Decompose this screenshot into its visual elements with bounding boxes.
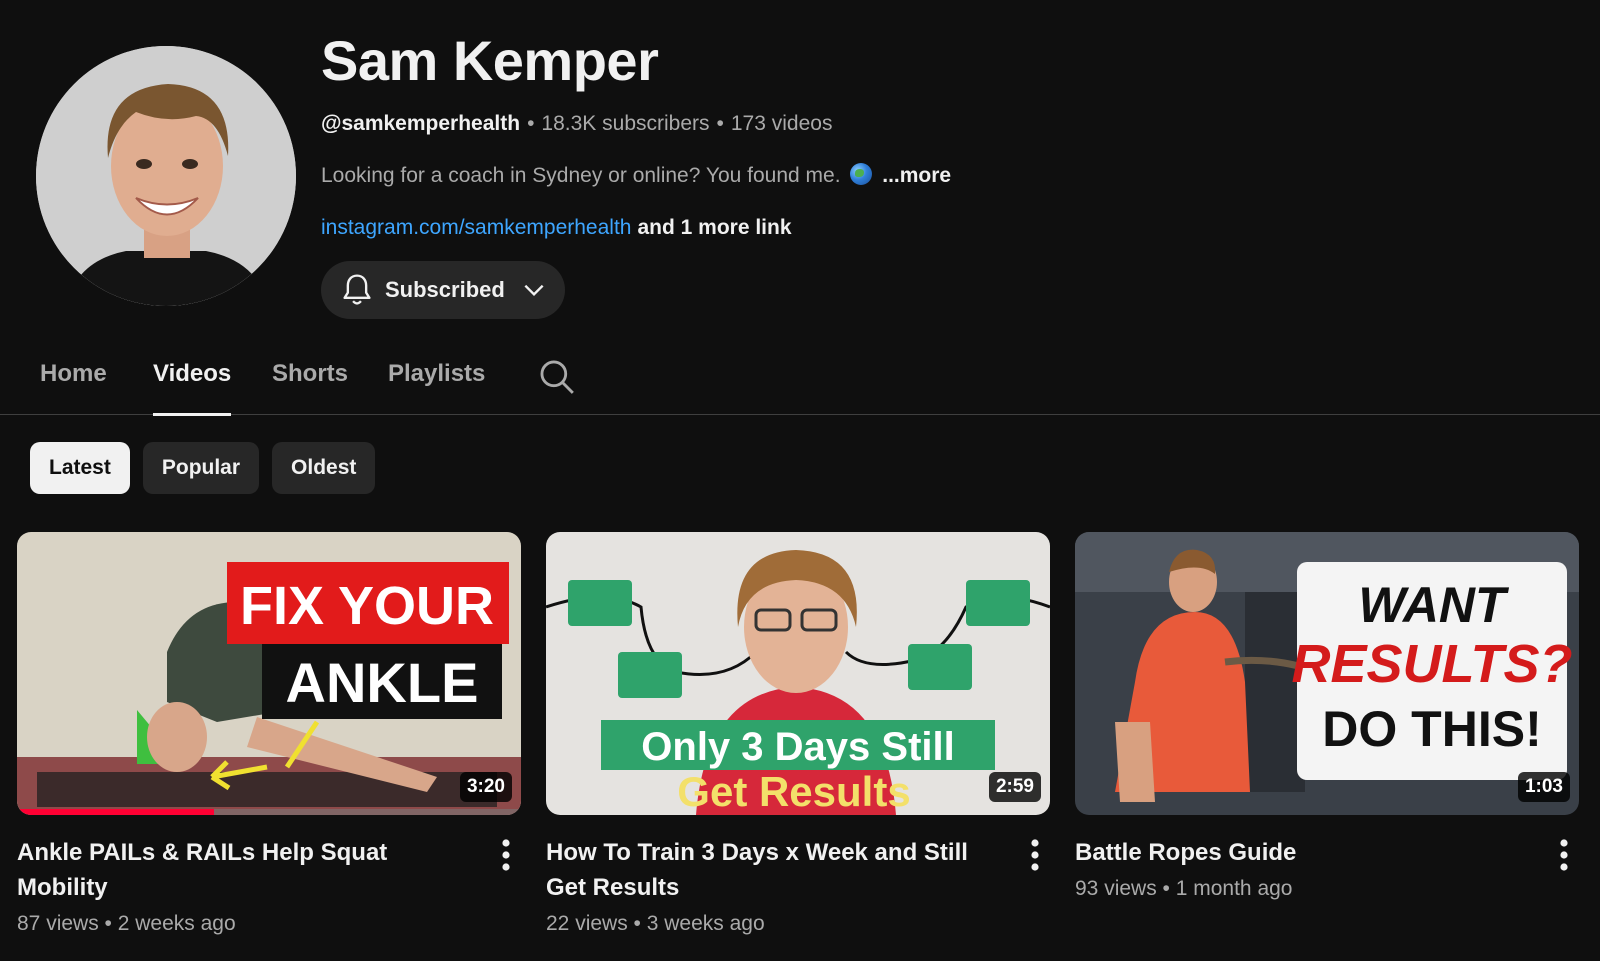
thumbnail-image: FIX YOUR ANKLE: [17, 532, 521, 815]
thumb-text: FIX YOUR: [240, 576, 494, 636]
video-title[interactable]: Ankle PAILs & RAILs Help Squat Mobility: [17, 835, 471, 905]
chip-popular[interactable]: Popular: [142, 442, 260, 494]
tab-shorts[interactable]: Shorts: [272, 360, 348, 415]
thumb-text: RESULTS?: [1292, 634, 1573, 694]
thumb-text: DO THIS!: [1322, 701, 1541, 757]
video-thumbnail[interactable]: WANT RESULTS? DO THIS! 1:03: [1075, 532, 1579, 815]
separator-dot: •: [527, 112, 535, 135]
duration-badge: 3:20: [459, 772, 512, 802]
avatar-portrait: [36, 46, 296, 306]
more-links-button[interactable]: and 1 more link: [637, 216, 791, 239]
more-options-icon[interactable]: [1549, 837, 1579, 873]
globe-emoji-icon: [850, 163, 873, 185]
channel-avatar[interactable]: [36, 46, 296, 306]
channel-meta: @samkemperhealth • 18.3K subscribers • 173 v…: [321, 110, 1521, 138]
thumb-text: Only 3 Days Still: [641, 725, 954, 769]
view-count: 22 views: [546, 912, 628, 935]
view-count: 87 views: [17, 912, 99, 935]
duration-badge: 2:59: [988, 772, 1041, 802]
video-card: FIX YOUR ANKLE 3:20 Ankle PAILs & RAILs …: [17, 532, 521, 939]
more-options-icon[interactable]: [491, 837, 521, 873]
thumbnail-image: Only 3 Days Still Get Results: [546, 532, 1050, 815]
upload-age: 2 weeks ago: [117, 912, 236, 935]
channel-info: Sam Kemper @samkemperhealth • 18.3K subscr…: [321, 26, 1521, 242]
video-title[interactable]: How To Train 3 Days x Week and Still Get…: [546, 835, 1000, 905]
separator-dot: •: [716, 112, 724, 135]
channel-handle: @samkemperhealth: [321, 112, 521, 135]
video-title[interactable]: Battle Ropes Guide: [1075, 835, 1529, 870]
video-meta: 93 views • 1 month ago: [1075, 877, 1293, 900]
thumbnail-image: WANT RESULTS? DO THIS!: [1075, 532, 1579, 815]
duration-badge: 1:03: [1517, 772, 1570, 802]
thumb-text: Get Results: [677, 768, 910, 815]
upload-age: 3 weeks ago: [646, 912, 765, 935]
instagram-link[interactable]: instagram.com/samkemperhealth: [321, 216, 631, 239]
video-info: Ankle PAILs & RAILs Help Squat Mobility …: [17, 835, 521, 939]
subscribed-label: Subscribed: [385, 277, 505, 302]
channel-description[interactable]: Looking for a coach in Sydney or online?…: [321, 162, 1521, 190]
video-card: Only 3 Days Still Get Results 2:59 How T…: [546, 532, 1050, 939]
more-description-link[interactable]: ...more: [882, 164, 951, 187]
tab-home[interactable]: Home: [40, 360, 107, 415]
description-text: Looking for a coach in Sydney or online?…: [321, 164, 841, 187]
video-info: Battle Ropes Guide 93 views • 1 month ag…: [1075, 835, 1579, 904]
upload-age: 1 month ago: [1175, 877, 1293, 900]
chevron-down-icon: [524, 284, 544, 297]
chip-latest[interactable]: Latest: [30, 442, 130, 494]
video-meta: 87 views • 2 weeks ago: [17, 912, 236, 935]
more-options-icon[interactable]: [1020, 837, 1050, 873]
watch-progress-bar: [17, 809, 521, 815]
subscriber-count: 18.3K subscribers: [541, 112, 710, 135]
video-card: WANT RESULTS? DO THIS! 1:03 Battle Ropes…: [1075, 532, 1579, 904]
channel-name: Sam Kemper: [321, 29, 659, 92]
tab-playlists[interactable]: Playlists: [388, 360, 485, 415]
channel-links: instagram.com/samkemperhealth and 1 more …: [321, 214, 1521, 242]
video-thumbnail[interactable]: FIX YOUR ANKLE 3:20: [17, 532, 521, 815]
video-count: 173 videos: [730, 112, 833, 135]
thumb-text: WANT: [1358, 577, 1510, 633]
video-info: How To Train 3 Days x Week and Still Get…: [546, 835, 1050, 939]
video-meta: 22 views • 3 weeks ago: [546, 912, 765, 935]
thumb-text: ANKLE: [286, 651, 479, 714]
search-icon[interactable]: [538, 358, 576, 396]
chip-oldest[interactable]: Oldest: [272, 442, 376, 494]
tab-videos[interactable]: Videos: [153, 360, 232, 416]
watch-progress-fill: [17, 809, 214, 815]
view-count: 93 views: [1075, 877, 1157, 900]
bell-icon: [343, 274, 371, 305]
channel-tabs: Home Videos Shorts Playlists: [0, 340, 1600, 416]
video-thumbnail[interactable]: Only 3 Days Still Get Results 2:59: [546, 532, 1050, 815]
subscribed-button[interactable]: Subscribed: [321, 261, 565, 319]
filter-chips: Latest Popular Oldest: [30, 442, 376, 494]
